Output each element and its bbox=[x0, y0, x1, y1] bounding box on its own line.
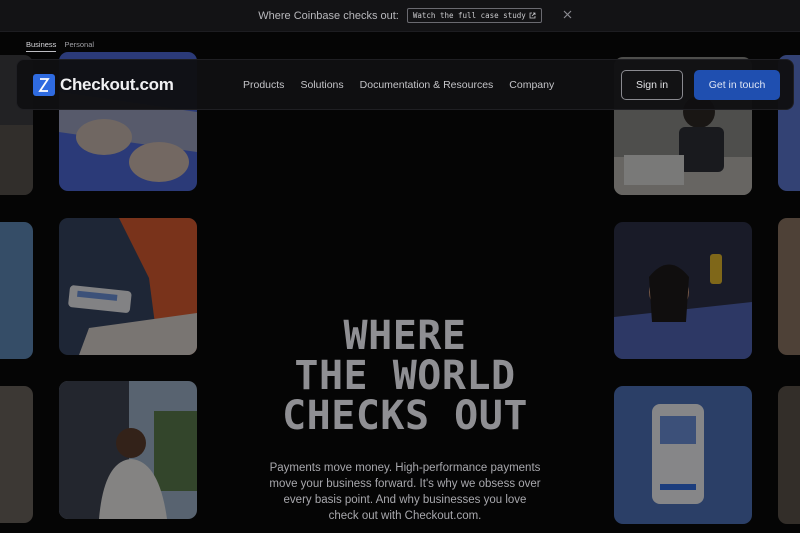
nav-item-products[interactable]: Products bbox=[243, 79, 284, 91]
photo-tile-right-edge-2 bbox=[778, 218, 800, 355]
photo-tile-phone-lanyard bbox=[614, 386, 752, 524]
hero-title-line-1: WHERE bbox=[343, 313, 467, 359]
brand-logo[interactable]: Checkout.com bbox=[33, 74, 174, 96]
nav-item-solutions[interactable]: Solutions bbox=[300, 79, 343, 91]
nav-item-company[interactable]: Company bbox=[509, 79, 554, 91]
photo-tile-left-edge-2 bbox=[0, 222, 33, 359]
main-navbar: Checkout.com Products Solutions Document… bbox=[16, 59, 794, 110]
get-in-touch-button[interactable]: Get in touch bbox=[694, 70, 780, 100]
announcement-banner: Where Coinbase checks out: Watch the ful… bbox=[0, 0, 800, 32]
photo-tile-woman-yellow-phone bbox=[614, 222, 752, 359]
hero-title: WHERE THE WORLD CHECKS OUT bbox=[200, 316, 610, 436]
audience-toggle: Business Personal bbox=[26, 40, 94, 52]
checkout-logo-icon bbox=[33, 74, 55, 96]
case-study-link-label: Watch the full case study bbox=[412, 11, 526, 20]
brand-name: Checkout.com bbox=[60, 75, 174, 94]
photo-tile-right-edge-3 bbox=[778, 386, 800, 524]
hero-description: Payments move money. High-performance pa… bbox=[269, 462, 541, 522]
photo-tile-phone-payment bbox=[59, 218, 197, 355]
hero-title-line-2: THE WORLD bbox=[294, 353, 516, 399]
photo-tile-left-edge-3 bbox=[0, 386, 33, 523]
nav-item-documentation[interactable]: Documentation & Resources bbox=[360, 79, 494, 91]
external-link-icon bbox=[529, 12, 536, 19]
banner-text: Where Coinbase checks out: bbox=[258, 9, 399, 22]
nav-links: Products Solutions Documentation & Resou… bbox=[243, 79, 554, 91]
sign-in-button[interactable]: Sign in bbox=[621, 70, 683, 100]
close-icon[interactable] bbox=[561, 9, 574, 22]
audience-business[interactable]: Business bbox=[26, 40, 57, 52]
photo-tile-man-building bbox=[59, 381, 197, 519]
audience-personal[interactable]: Personal bbox=[64, 40, 94, 52]
case-study-link[interactable]: Watch the full case study bbox=[406, 8, 542, 23]
hero-title-line-3: CHECKS OUT bbox=[282, 393, 528, 439]
